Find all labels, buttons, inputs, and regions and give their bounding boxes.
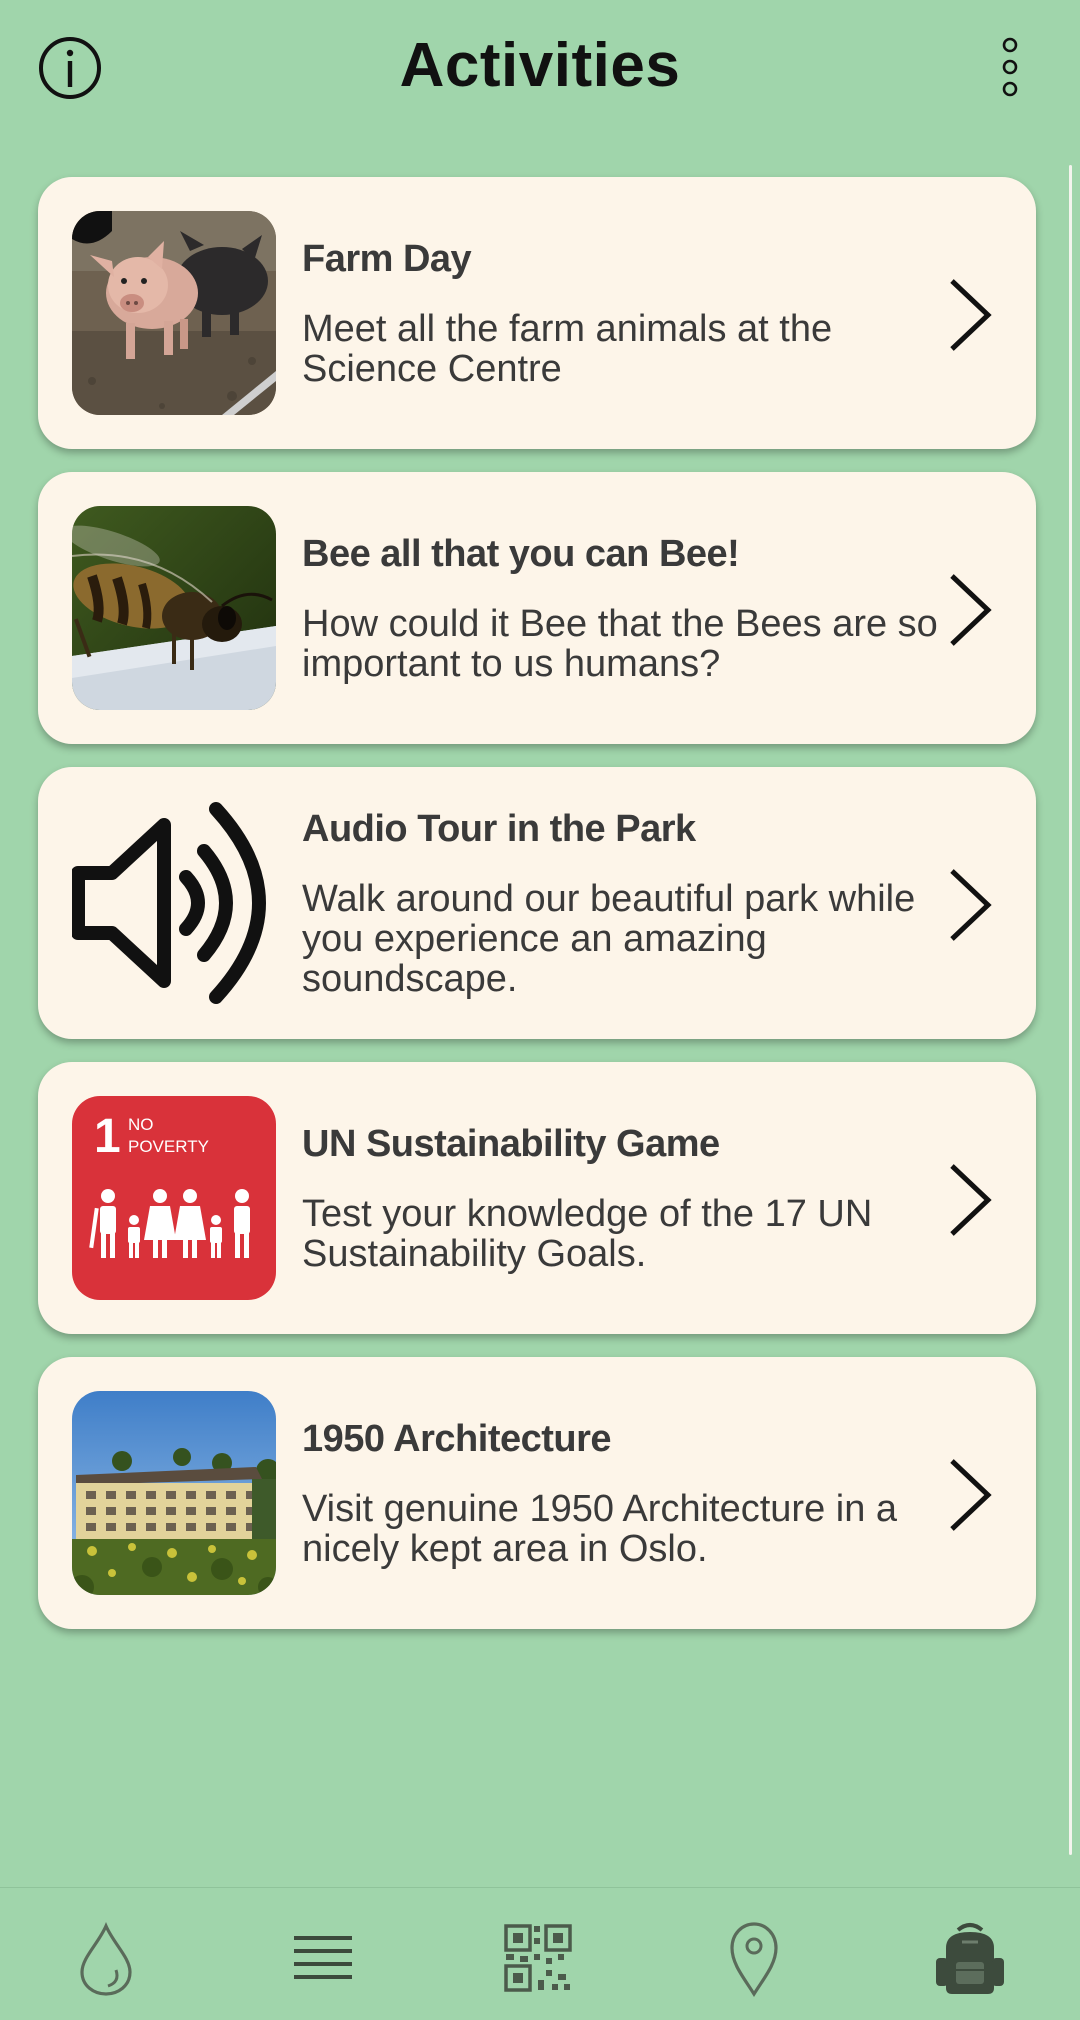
activity-title: Farm Day xyxy=(302,237,472,280)
activity-list: Farm Day Meet all the farm animals at th… xyxy=(38,177,1036,1652)
activity-card-1950-architecture[interactable]: 1950 Architecture Visit genuine 1950 Arc… xyxy=(38,1357,1036,1629)
activity-title: 1950 Architecture xyxy=(302,1417,612,1460)
card-text: UN Sustainability Game Test your knowled… xyxy=(302,1062,962,1334)
map-pin-icon[interactable] xyxy=(714,1918,794,1998)
activity-card-bee[interactable]: Bee all that you can Bee! How could it B… xyxy=(38,472,1036,744)
chevron-right-icon[interactable] xyxy=(938,570,998,650)
header: Activities xyxy=(0,0,1080,140)
activity-card-audio-tour[interactable]: Audio Tour in the Park Walk around our b… xyxy=(38,767,1036,1039)
card-text: Bee all that you can Bee! How could it B… xyxy=(302,472,962,744)
activity-title: Bee all that you can Bee! xyxy=(302,532,740,575)
speaker-icon xyxy=(72,801,276,1005)
activity-title: Audio Tour in the Park xyxy=(302,807,696,850)
droplet-icon[interactable] xyxy=(66,1918,146,1998)
card-text: Farm Day Meet all the farm animals at th… xyxy=(302,177,962,449)
scrollbar[interactable] xyxy=(1069,165,1072,1855)
sdg-label-line2: POVERTY xyxy=(128,1137,209,1156)
activity-description: Test your knowledge of the 17 UN Sustain… xyxy=(302,1192,873,1275)
sdg-label-line1: NO xyxy=(128,1115,154,1134)
activity-title: UN Sustainability Game xyxy=(302,1122,720,1165)
qr-code-icon[interactable] xyxy=(498,1918,578,1998)
chevron-right-icon[interactable] xyxy=(938,1160,998,1240)
pigs-photo xyxy=(72,211,276,415)
apartment-building-photo xyxy=(72,1391,276,1595)
page-title: Activities xyxy=(399,31,681,100)
activity-card-un-sustainability[interactable]: 1 NO POVERTY UN Sustainability Game Test… xyxy=(38,1062,1036,1334)
backpack-icon[interactable] xyxy=(930,1918,1010,1998)
list-icon[interactable] xyxy=(282,1918,362,1998)
sdg-number: 1 xyxy=(94,1110,121,1163)
chevron-right-icon[interactable] xyxy=(938,865,998,945)
activity-card-farm-day[interactable]: Farm Day Meet all the farm animals at th… xyxy=(38,177,1036,449)
chevron-right-icon[interactable] xyxy=(938,1455,998,1535)
sdg-no-poverty-tile: 1 NO POVERTY xyxy=(72,1096,276,1300)
activity-description: Walk around our beautiful park while you… xyxy=(302,877,916,1000)
activity-description: How could it Bee that the Bees are so im… xyxy=(302,602,938,685)
card-text: 1950 Architecture Visit genuine 1950 Arc… xyxy=(302,1357,962,1629)
bee-photo xyxy=(72,506,276,710)
chevron-right-icon[interactable] xyxy=(938,275,998,355)
bottom-navigation xyxy=(0,1887,1080,2020)
activity-description: Meet all the farm animals at the Science… xyxy=(302,307,833,390)
more-options-icon[interactable] xyxy=(990,34,1030,100)
card-text: Audio Tour in the Park Walk around our b… xyxy=(302,767,962,1039)
activity-description: Visit genuine 1950 Architecture in a nic… xyxy=(302,1487,898,1570)
